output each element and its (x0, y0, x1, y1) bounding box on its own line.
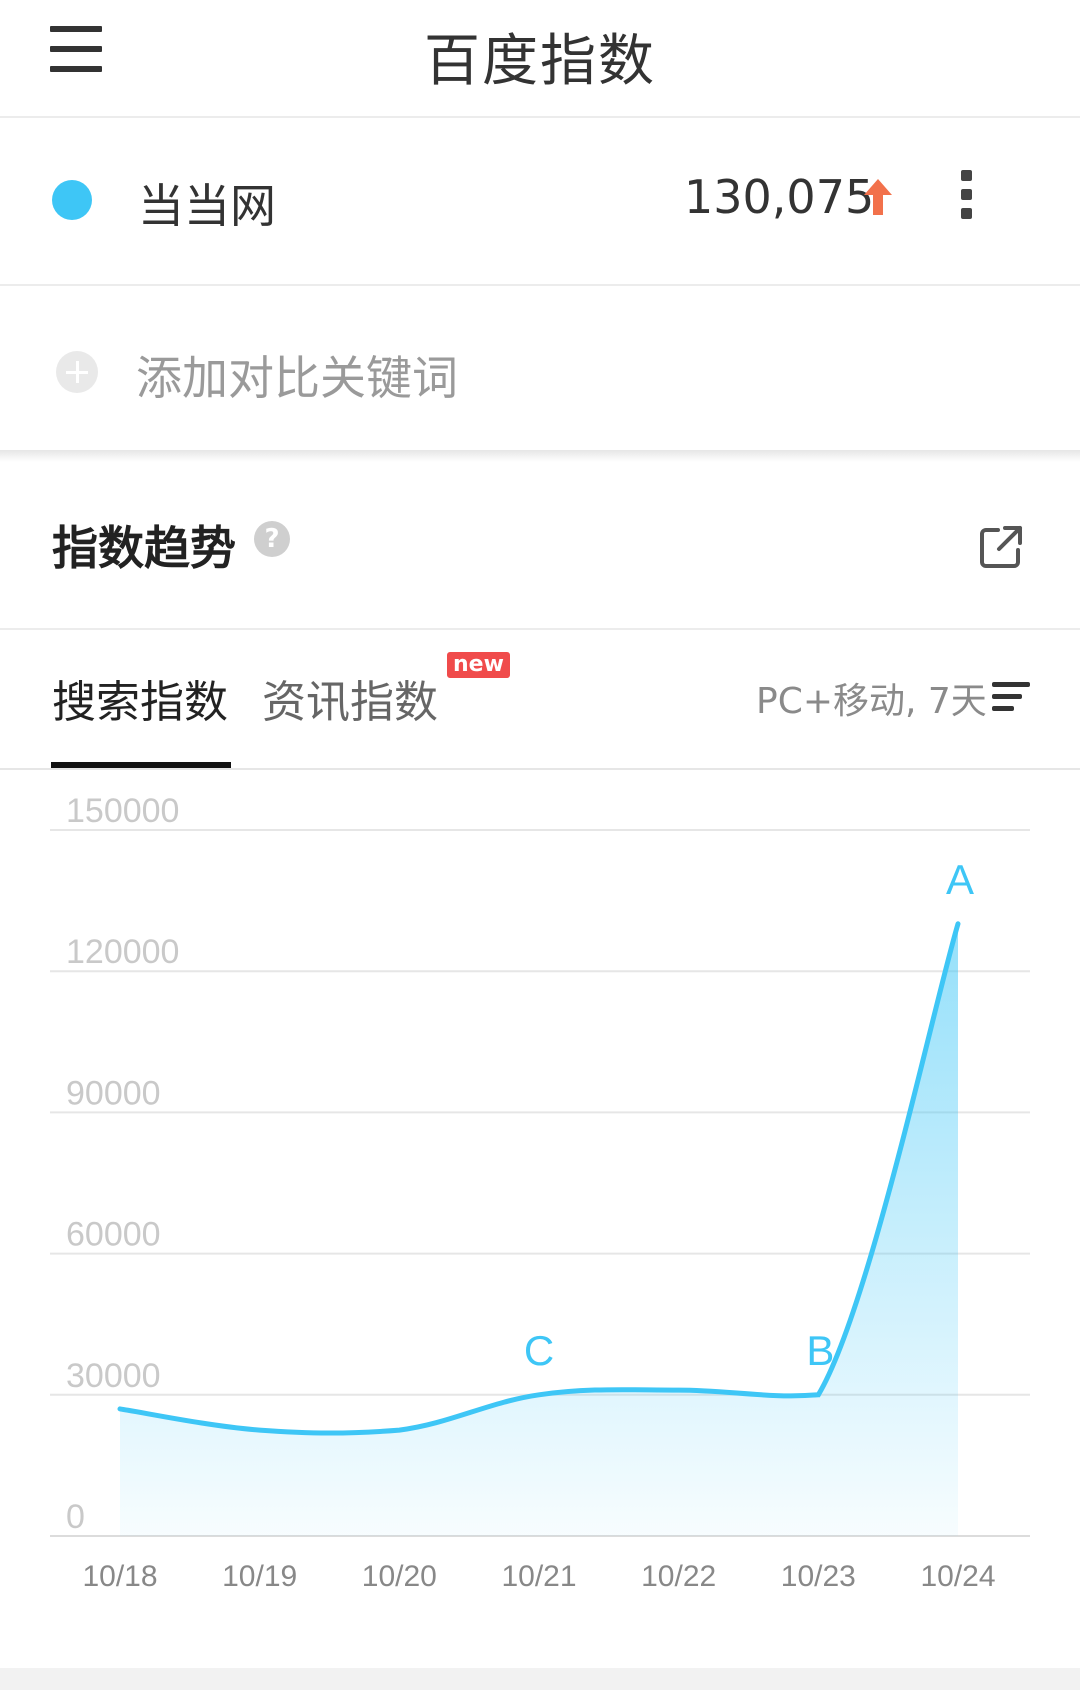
device-period-filter[interactable]: PC+移动, 7天 (756, 672, 987, 724)
tab-news-index[interactable]: 资讯指数 (262, 666, 438, 730)
section-divider (0, 450, 1080, 462)
annotation-label[interactable]: A (946, 856, 974, 903)
y-tick-label: 150000 (66, 792, 179, 830)
add-compare-keyword-label[interactable]: 添加对比关键词 (136, 342, 458, 408)
x-tick-label: 10/23 (781, 1560, 856, 1593)
annotation-label[interactable]: B (806, 1327, 834, 1374)
x-tick-label: 10/24 (920, 1560, 995, 1593)
trend-section-title: 指数趋势 (52, 521, 236, 575)
sort-lines-icon[interactable] (992, 680, 1030, 714)
y-tick-label: 60000 (66, 1216, 161, 1254)
tab-search-index[interactable]: 搜索指数 (52, 666, 228, 730)
data-point[interactable] (675, 1386, 683, 1394)
data-point[interactable] (954, 920, 962, 928)
series-area (120, 923, 958, 1536)
x-tick-label: 10/19 (222, 1560, 297, 1593)
data-point[interactable] (814, 1391, 822, 1399)
up-arrow-icon (864, 179, 892, 215)
data-point[interactable] (395, 1426, 403, 1434)
data-point[interactable] (535, 1391, 543, 1399)
y-tick-label: 30000 (66, 1357, 161, 1395)
x-tick-label: 10/20 (362, 1560, 437, 1593)
app-title: 百度指数 (424, 29, 656, 94)
data-point[interactable] (116, 1405, 124, 1413)
x-tick-label: 10/21 (501, 1560, 576, 1593)
question-icon[interactable]: ? (254, 521, 290, 557)
keyword-color-dot (52, 180, 92, 220)
share-external-icon[interactable] (978, 524, 1024, 570)
search-index-chart: 0 30000 60000 90000 120000 150000 10/18 10/19 10… (50, 792, 1030, 1593)
x-tick-label: 10/18 (82, 1560, 157, 1593)
plus-circle-icon[interactable] (56, 351, 98, 393)
keyword-name[interactable]: 当当网 (138, 170, 276, 236)
data-point[interactable] (256, 1426, 264, 1434)
y-tick-label: 120000 (66, 933, 179, 971)
y-tick-label: 90000 (66, 1074, 161, 1112)
keyword-index-value: 130,075 (684, 170, 875, 224)
x-tick-label: 10/22 (641, 1560, 716, 1593)
more-vertical-icon[interactable] (950, 168, 984, 222)
bottom-band (0, 1668, 1080, 1690)
annotation-label[interactable]: C (524, 1327, 554, 1374)
top-bar: 百度指数 (0, 0, 1080, 118)
divider (0, 628, 1080, 630)
new-badge: new (447, 652, 510, 678)
y-tick-label: 0 (66, 1498, 85, 1536)
